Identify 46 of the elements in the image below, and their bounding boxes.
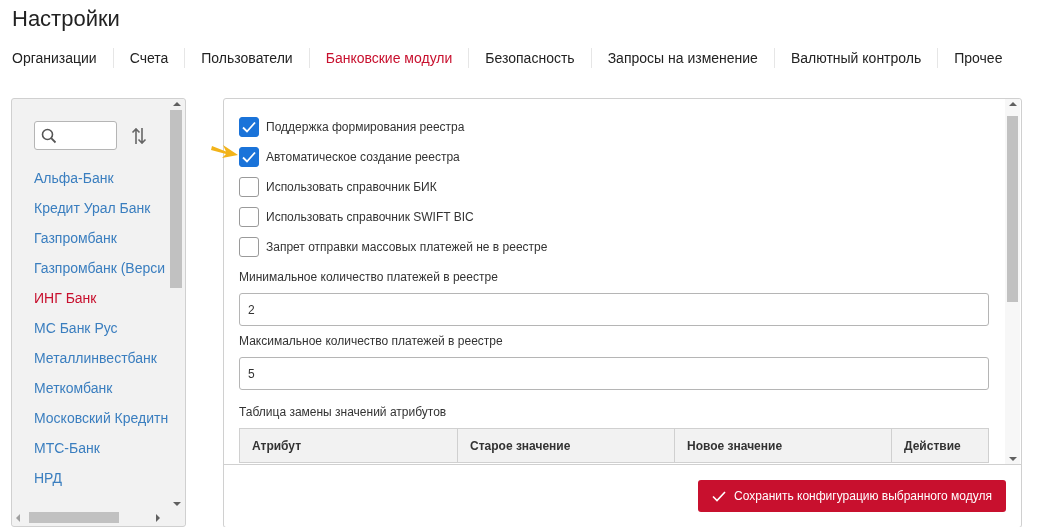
bank-item[interactable]: ИНГ Банк bbox=[34, 283, 97, 313]
tab[interactable]: Прочее bbox=[937, 48, 1019, 68]
bank-item[interactable]: Кредит Урал Банк bbox=[34, 193, 151, 223]
sort-icon[interactable] bbox=[131, 126, 147, 145]
checkbox[interactable] bbox=[239, 237, 259, 257]
column-header: Атрибут bbox=[251, 437, 303, 455]
column-header: Новое значение bbox=[674, 429, 891, 462]
tab[interactable]: Валютный контроль bbox=[773, 48, 938, 68]
checkbox[interactable] bbox=[239, 207, 259, 227]
tab[interactable]: Банковские модули bbox=[308, 48, 469, 68]
bank-item[interactable]: МС Банк Рус bbox=[34, 313, 118, 343]
check-icon bbox=[712, 490, 727, 502]
table-caption: Таблица замены значений атрибутов bbox=[239, 404, 448, 420]
bank-item[interactable]: Московский Кредитн bbox=[34, 403, 169, 433]
input-field[interactable]: 5 bbox=[239, 357, 989, 390]
tab[interactable]: Организации bbox=[12, 48, 113, 68]
field-label: Минимальное количество платежей в реестре bbox=[239, 269, 499, 285]
search-field[interactable] bbox=[34, 121, 117, 150]
column-header: Старое значение bbox=[457, 429, 674, 462]
field-label: Максимальное количество платежей в реестре bbox=[239, 333, 504, 349]
bank-item[interactable]: Меткомбанк bbox=[34, 373, 113, 403]
bank-item[interactable]: Металлинвестбанк bbox=[34, 343, 157, 373]
tab[interactable]: Запросы на изменение bbox=[590, 48, 774, 68]
checkbox[interactable] bbox=[239, 117, 259, 137]
scrollbar[interactable] bbox=[1005, 99, 1020, 464]
search-icon bbox=[41, 127, 57, 144]
tab[interactable]: Счета bbox=[112, 48, 185, 68]
checkbox[interactable] bbox=[239, 177, 259, 197]
save-button[interactable]: Сохранить конфигурацию выбранного модуля bbox=[698, 480, 1006, 512]
checkbox-label: Использовать справочник БИК bbox=[266, 180, 437, 194]
checkbox-label: Использовать справочник SWIFT BIC bbox=[266, 210, 474, 224]
column-header: Действие bbox=[891, 429, 991, 462]
bank-item[interactable]: Газпромбанк bbox=[34, 223, 117, 253]
page-title: Настройки bbox=[12, 7, 121, 31]
input-field[interactable]: 2 bbox=[239, 293, 989, 326]
checkbox[interactable] bbox=[239, 147, 259, 167]
checkbox-label: Автоматическое создание реестра bbox=[266, 150, 460, 164]
checkbox-label: Запрет отправки массовых платежей не в реестре bbox=[266, 240, 548, 254]
bank-item[interactable]: Газпромбанк (Верси bbox=[34, 253, 166, 283]
tab[interactable]: Безопасность bbox=[468, 48, 591, 68]
scrollbar[interactable] bbox=[12, 509, 185, 525]
bank-item[interactable]: НРД bbox=[34, 463, 62, 493]
bank-item[interactable]: МТС-Банк bbox=[34, 433, 100, 463]
checkbox-label: Поддержка формирования реестра bbox=[266, 120, 465, 134]
bank-item[interactable]: Альфа-Банк bbox=[34, 163, 114, 193]
tab[interactable]: Пользователи bbox=[184, 48, 309, 68]
